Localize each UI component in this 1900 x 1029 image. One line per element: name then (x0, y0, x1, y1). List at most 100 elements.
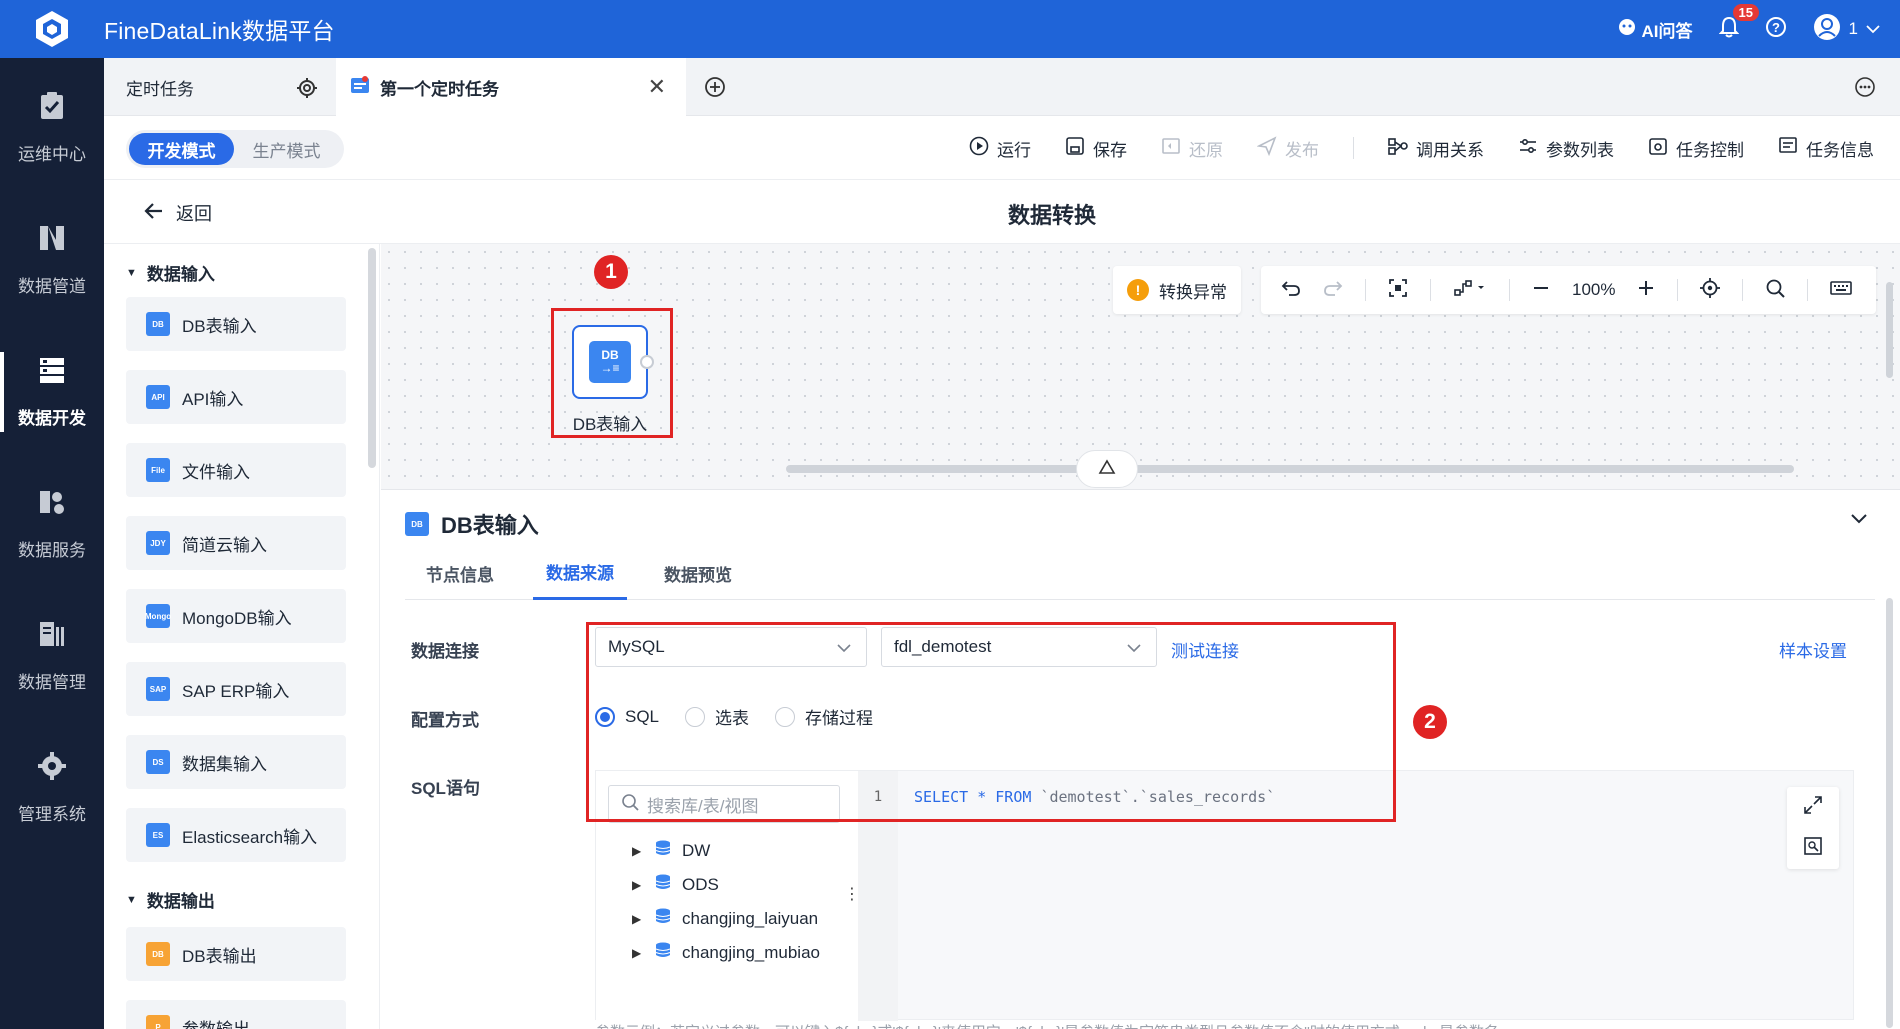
task-control-button[interactable]: 任务控制 (1648, 136, 1744, 161)
app-logo[interactable] (0, 0, 104, 58)
zoom-level: 100% (1572, 280, 1616, 299)
param-hint-text: 参数示例：若定义过参数，可以键入${abc}或'${abc}'来使用它，'${a… (595, 1021, 1835, 1029)
comp-db-output[interactable]: DB DB表输出 (126, 927, 346, 981)
send-icon (1256, 135, 1277, 161)
comp-label: 简道云输入 (182, 535, 267, 555)
tab-data-preview[interactable]: 数据预览 (643, 546, 753, 600)
add-tab-icon[interactable] (704, 76, 726, 103)
user-menu[interactable]: 1 (1813, 13, 1880, 46)
expand-icon[interactable] (1803, 795, 1823, 820)
comp-sap-erp-input[interactable]: SAP SAP ERP输入 (126, 662, 346, 716)
sliders-icon (1518, 136, 1538, 161)
pipeline-icon (37, 223, 67, 258)
more-options-icon[interactable] (1854, 76, 1876, 103)
comp-dataset-input[interactable]: DS 数据集输入 (126, 735, 346, 789)
save-button[interactable]: 保存 (1065, 136, 1127, 161)
notification-badge: 15 (1732, 3, 1759, 21)
canvas-toolbar-divider (1509, 279, 1510, 301)
comp-label: 文件输入 (182, 462, 250, 482)
tab-data-source[interactable]: 数据来源 (533, 546, 627, 600)
task-info-button[interactable]: 任务信息 (1778, 136, 1874, 161)
undo-icon[interactable] (1281, 278, 1301, 303)
locate-icon[interactable] (1700, 277, 1721, 303)
notification-button[interactable]: 15 (1718, 3, 1759, 43)
comp-param-output[interactable]: P 参数输出 (126, 1000, 346, 1029)
caret-down-icon: ▼ (126, 266, 137, 279)
tree-item-dw[interactable]: ▶ DW (632, 839, 710, 862)
task-control-label: 任务控制 (1676, 140, 1744, 160)
user-name: 1 (1848, 19, 1858, 38)
sample-settings-link[interactable]: 样本设置 (1779, 637, 1847, 662)
mode-switch[interactable]: 开发模式 生产模式 (126, 130, 344, 168)
comp-label: 数据集输入 (182, 754, 267, 774)
jiandaoyun-icon: JDY (146, 531, 170, 555)
close-icon[interactable]: ✕ (648, 74, 666, 100)
redo-icon[interactable] (1323, 278, 1343, 303)
caret-right-icon: ▶ (632, 911, 642, 926)
zoom-in-icon[interactable] (1637, 279, 1655, 302)
keyboard-icon[interactable] (1830, 279, 1853, 302)
help-icon[interactable]: ? (1765, 16, 1787, 43)
label-sql-statement: SQL语句 (411, 779, 480, 798)
comp-elasticsearch-input[interactable]: ES Elasticsearch输入 (126, 808, 346, 862)
group-label: 数据输入 (146, 265, 215, 284)
group-data-output[interactable]: ▼ 数据输出 (126, 887, 215, 912)
comp-mongodb-input[interactable]: Mongo MongoDB输入 (126, 589, 346, 643)
nav-label: 数据管道 (18, 277, 86, 296)
comp-api-input[interactable]: API API输入 (126, 370, 346, 424)
restore-button[interactable]: 还原 (1161, 136, 1223, 161)
connector-style-icon[interactable] (1453, 278, 1487, 303)
comp-label: DB表输入 (182, 316, 257, 336)
prod-mode-button[interactable]: 生产模式 (234, 137, 339, 162)
comp-label: Elasticsearch输入 (182, 827, 318, 847)
comp-file-input[interactable]: File 文件输入 (126, 443, 346, 497)
group-label: 数据输出 (146, 892, 215, 911)
collapse-panel-button[interactable] (1076, 450, 1138, 488)
comp-label: SAP ERP输入 (182, 681, 290, 701)
tab-first-scheduled-task[interactable]: 第一个定时任务 ✕ (336, 58, 686, 116)
fit-view-icon[interactable] (1388, 278, 1408, 303)
db-input-node[interactable]: DB →≡ (572, 325, 654, 399)
publish-button[interactable]: 发布 (1256, 135, 1319, 161)
settings-gear-icon[interactable] (296, 77, 318, 104)
chevron-down-icon[interactable] (1850, 512, 1868, 530)
nav-data-management[interactable]: 数据管理 (0, 586, 104, 726)
zoom-out-icon[interactable] (1532, 279, 1550, 302)
canvas-horizontal-scrollbar[interactable] (786, 465, 1794, 473)
dev-mode-button[interactable]: 开发模式 (129, 133, 234, 165)
conversion-error-indicator[interactable]: ! 转换异常 (1113, 266, 1241, 314)
canvas-vertical-scrollbar[interactable] (1886, 282, 1893, 378)
annotation-marker-1: 1 (594, 255, 628, 289)
label-config-mode: 配置方式 (411, 711, 479, 730)
nav-ops-center[interactable]: 运维中心 (0, 58, 104, 198)
nav-data-pipeline[interactable]: 数据管道 (0, 190, 104, 330)
nav-system-admin[interactable]: 管理系统 (0, 718, 104, 858)
info-list-icon (1778, 136, 1798, 161)
node-output-port[interactable] (640, 355, 654, 369)
group-data-input[interactable]: ▼ 数据输入 (126, 260, 215, 285)
restore-icon (1161, 136, 1181, 161)
left-nav: 运维中心 数据管道 数据开发 数据服务 数据管理 管理系统 (0, 58, 104, 1029)
param-list-button[interactable]: 参数列表 (1518, 136, 1614, 161)
nav-data-dev[interactable]: 数据开发 (0, 322, 104, 462)
tab-scheduled-tasks[interactable]: 定时任务 (126, 58, 346, 116)
nav-data-service[interactable]: 数据服务 (0, 454, 104, 594)
dev-icon (37, 355, 67, 390)
comp-db-input[interactable]: DB DB表输入 (126, 297, 346, 351)
tree-item-changjing-mubiao[interactable]: ▶ changjing_mubiao (632, 941, 820, 964)
tree-item-ods[interactable]: ▶ ODS (632, 873, 719, 896)
call-relation-button[interactable]: 调用关系 (1388, 136, 1484, 161)
tree-item-changjing-laiyuan[interactable]: ▶ changjing_laiyuan (632, 907, 818, 930)
nav-label: 运维中心 (18, 145, 86, 164)
back-button[interactable]: 返回 (144, 200, 212, 226)
tab-node-info[interactable]: 节点信息 (405, 546, 515, 600)
header-row: 返回 数据转换 (104, 180, 1900, 244)
tab-label: 定时任务 (126, 79, 194, 99)
ai-qa-button[interactable]: AI问答 (1618, 17, 1693, 42)
comp-jiandaoyun-input[interactable]: JDY 简道云输入 (126, 516, 346, 570)
component-panel-scrollbar[interactable] (368, 248, 376, 468)
search-icon[interactable] (1765, 278, 1786, 303)
run-button[interactable]: 运行 (969, 136, 1031, 161)
config-vertical-scrollbar[interactable] (1886, 598, 1893, 1028)
format-code-icon[interactable] (1803, 836, 1823, 861)
